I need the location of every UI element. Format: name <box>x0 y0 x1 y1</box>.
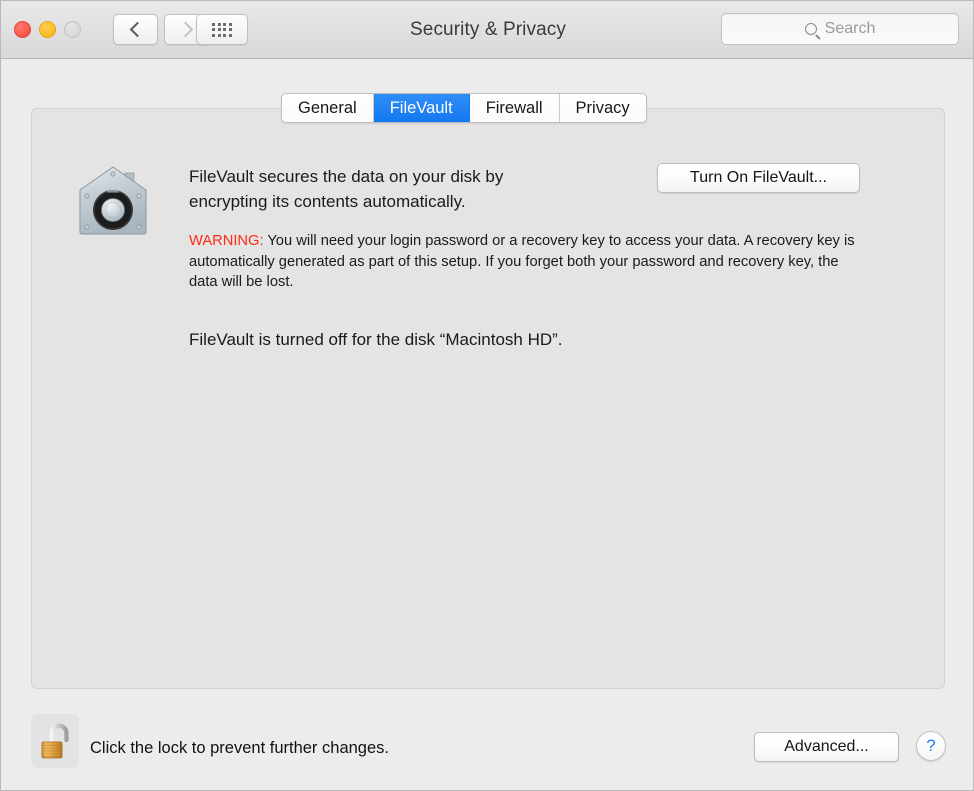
help-button[interactable]: ? <box>916 731 946 761</box>
show-all-button[interactable] <box>196 14 248 45</box>
traffic-light-buttons <box>14 21 81 38</box>
advanced-button[interactable]: Advanced... <box>754 732 899 762</box>
search-field[interactable]: Search <box>721 13 959 45</box>
tab-filevault[interactable]: FileVault <box>374 94 470 122</box>
minimize-button[interactable] <box>39 21 56 38</box>
filevault-description: FileVault secures the data on your disk … <box>189 164 539 214</box>
filevault-warning: WARNING: You will need your login passwo… <box>189 231 861 293</box>
close-button[interactable] <box>14 21 31 38</box>
chevron-left-icon <box>129 22 145 38</box>
chevron-right-icon <box>177 22 193 38</box>
tab-general[interactable]: General <box>282 94 374 122</box>
grid-icon <box>212 23 232 37</box>
system-preferences-window: Security & Privacy Search General FileVa… <box>0 0 974 791</box>
warning-text: You will need your login password or a r… <box>189 233 855 290</box>
turn-on-filevault-button[interactable]: Turn On FileVault... <box>657 163 860 193</box>
tab-firewall[interactable]: Firewall <box>470 94 560 122</box>
filevault-panel: FileVault secures the data on your disk … <box>31 108 945 689</box>
warning-label: WARNING: <box>189 233 264 249</box>
navigation-buttons <box>113 14 209 45</box>
lock-instruction-text: Click the lock to prevent further change… <box>90 739 389 758</box>
back-button[interactable] <box>113 14 158 45</box>
tab-privacy[interactable]: Privacy <box>560 94 646 122</box>
filevault-safe-icon <box>72 161 154 243</box>
unlocked-padlock-icon <box>39 721 71 761</box>
window-titlebar: Security & Privacy Search <box>1 1 974 59</box>
zoom-button <box>64 21 81 38</box>
search-icon <box>805 23 817 35</box>
preference-tabs: General FileVault Firewall Privacy <box>281 93 647 123</box>
search-placeholder: Search <box>825 20 876 38</box>
lock-button[interactable] <box>31 714 79 768</box>
filevault-status: FileVault is turned off for the disk “Ma… <box>189 330 563 350</box>
